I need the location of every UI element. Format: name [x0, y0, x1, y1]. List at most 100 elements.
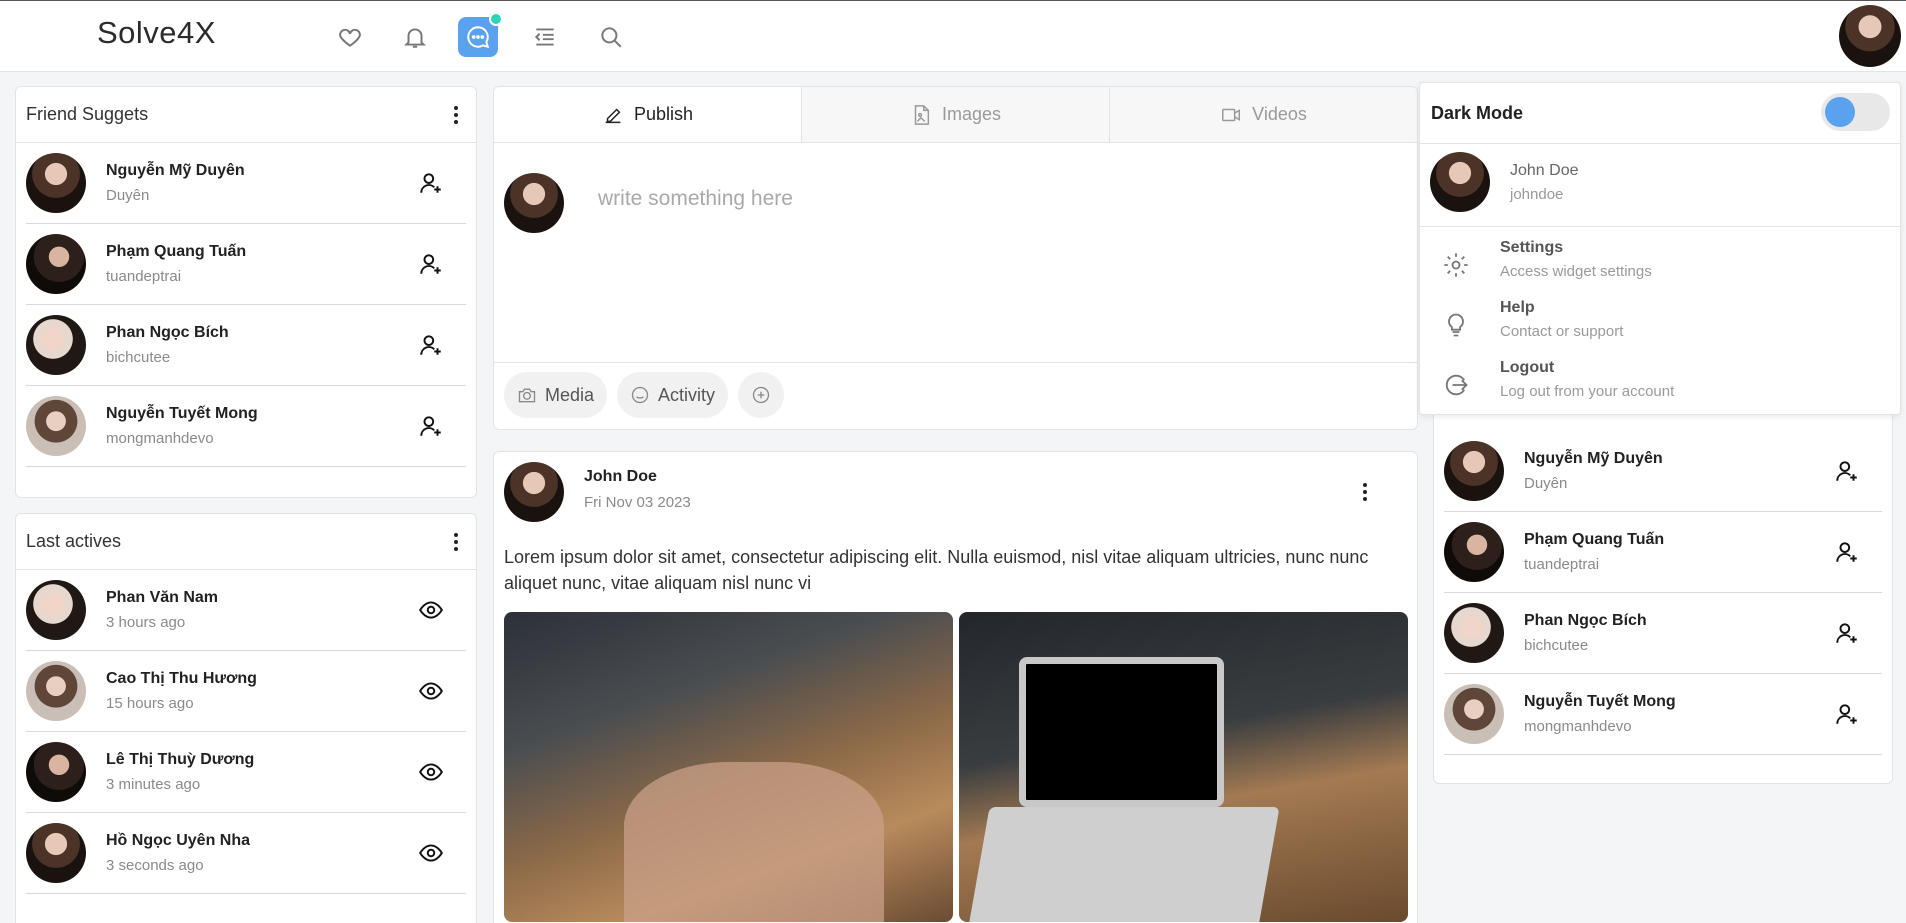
- user-name: Nguyễn Tuyết Mong: [106, 405, 258, 422]
- list-item[interactable]: Nguyễn Mỹ Duyên Duyên: [1444, 431, 1882, 512]
- menu-item-settings[interactable]: Settings Access widget settings: [1420, 237, 1900, 297]
- add-friend-icon[interactable]: [418, 251, 444, 277]
- user-handle: bichcutee: [1524, 637, 1589, 654]
- add-friend-icon[interactable]: [1834, 539, 1860, 565]
- pencil-icon: [605, 107, 621, 123]
- list-item[interactable]: Phan Ngọc Bích bichcutee: [1444, 593, 1882, 674]
- last-active-time: 3 hours ago: [106, 614, 186, 631]
- avatar: [26, 234, 86, 294]
- heart-icon[interactable]: [330, 17, 370, 57]
- gear-icon: [1444, 253, 1468, 277]
- lightbulb-icon: [1448, 313, 1464, 337]
- last-active-time: 3 seconds ago: [106, 857, 204, 874]
- avatar: [26, 823, 86, 883]
- list-item[interactable]: Lê Thị Thuỳ Dương 3 minutes ago: [26, 732, 466, 813]
- add-friend-icon[interactable]: [418, 332, 444, 358]
- card-title: Friend Suggets: [26, 104, 149, 124]
- tab-images[interactable]: Images: [801, 87, 1109, 142]
- list-item[interactable]: Phan Văn Nam 3 hours ago: [26, 570, 466, 651]
- tab-videos[interactable]: Videos: [1109, 87, 1417, 142]
- post-input[interactable]: write something here: [598, 187, 793, 211]
- tab-publish[interactable]: Publish: [494, 87, 801, 142]
- media-button[interactable]: Media: [504, 372, 608, 418]
- avatar: [26, 396, 86, 456]
- logo[interactable]: Solve4X: [97, 15, 216, 51]
- last-actives-card: Last actives Phan Văn Nam 3 hours ago Cao…: [15, 513, 477, 923]
- last-active-time: 15 hours ago: [106, 695, 194, 712]
- activity-button[interactable]: Activity: [617, 372, 729, 418]
- user-name: Phan Ngọc Bích: [106, 324, 229, 341]
- add-friend-icon[interactable]: [1834, 701, 1860, 727]
- logout-icon: [1445, 374, 1468, 396]
- top-navbar: Solve4X: [0, 0, 1906, 72]
- post-author[interactable]: John Doe: [584, 468, 657, 486]
- list-item[interactable]: Nguyễn Tuyết Mong mongmanhdevo: [1444, 674, 1882, 755]
- user-name: Cao Thị Thu Hương: [106, 670, 257, 687]
- dark-mode-label: Dark Mode: [1431, 103, 1524, 123]
- list-item[interactable]: Cao Thị Thu Hương 15 hours ago: [26, 651, 466, 732]
- button-label: Media: [545, 384, 595, 405]
- button-label: Activity: [658, 384, 716, 405]
- dropdown-user-info[interactable]: John Doe johndoe: [1420, 143, 1900, 227]
- user-handle: Duyên: [1524, 475, 1568, 492]
- user-handle: mongmanhdevo: [1524, 718, 1632, 735]
- eye-icon[interactable]: [418, 840, 444, 866]
- list-item[interactable]: Nguyễn Mỹ Duyên Duyên: [26, 143, 466, 224]
- avatar: [1444, 522, 1504, 582]
- add-friend-icon[interactable]: [1834, 458, 1860, 484]
- camera-icon: [518, 388, 536, 403]
- menu-item-title: Help: [1500, 299, 1535, 316]
- menu-item-subtitle: Contact or support: [1500, 323, 1624, 340]
- more-options-icon[interactable]: [1355, 480, 1375, 504]
- add-button[interactable]: [738, 372, 785, 418]
- dark-mode-toggle[interactable]: [1821, 93, 1890, 131]
- post-date: Fri Nov 03 2023: [584, 494, 691, 511]
- avatar: [26, 580, 86, 640]
- image-file-icon: [914, 104, 930, 125]
- avatar[interactable]: [1839, 5, 1901, 67]
- menu-item-logout[interactable]: Logout Log out from your account: [1420, 357, 1900, 417]
- post-composer: Publish Images Videos write something he…: [493, 86, 1418, 430]
- bell-icon[interactable]: [395, 17, 435, 57]
- post-image[interactable]: [504, 612, 953, 922]
- list-item[interactable]: Phan Ngọc Bích bichcutee: [26, 305, 466, 386]
- list-item[interactable]: Phạm Quang Tuấn tuandeptrai: [26, 224, 466, 305]
- avatar: [26, 153, 86, 213]
- user-handle: mongmanhdevo: [106, 430, 214, 447]
- more-options-icon[interactable]: [446, 103, 466, 127]
- eye-icon[interactable]: [418, 678, 444, 704]
- friend-suggests-card: Friend Suggets Nguyễn Mỹ Duyên Duyên Phạm…: [15, 86, 477, 498]
- eye-icon[interactable]: [418, 759, 444, 785]
- composer-input-area[interactable]: write something here: [494, 143, 1417, 363]
- notification-dot: [489, 12, 503, 26]
- more-options-icon[interactable]: [446, 530, 466, 554]
- eye-icon[interactable]: [418, 597, 444, 623]
- smile-icon: [631, 386, 649, 404]
- user-name: Lê Thị Thuỳ Dương: [106, 751, 255, 768]
- user-handle: tuandeptrai: [106, 268, 182, 285]
- user-dropdown-menu: Dark Mode John Doe johndoe Settings Acce…: [1419, 82, 1901, 415]
- avatar[interactable]: [504, 462, 564, 522]
- user-name: Phan Văn Nam: [106, 589, 219, 606]
- avatar: [26, 742, 86, 802]
- avatar: [26, 315, 86, 375]
- user-handle: Duyên: [106, 187, 150, 204]
- list-item[interactable]: Nguyễn Tuyết Mong mongmanhdevo: [26, 386, 466, 467]
- add-friend-icon[interactable]: [418, 413, 444, 439]
- list-item[interactable]: Phạm Quang Tuấn tuandeptrai: [1444, 512, 1882, 593]
- avatar: [504, 173, 564, 233]
- tab-label: Images: [941, 104, 1002, 124]
- avatar: [1444, 441, 1504, 501]
- tab-label: Publish: [633, 104, 694, 124]
- menu-indent-icon[interactable]: [525, 17, 565, 57]
- chat-icon[interactable]: [458, 12, 503, 57]
- post-image[interactable]: [959, 612, 1408, 922]
- search-icon[interactable]: [591, 17, 631, 57]
- add-friend-icon[interactable]: [418, 170, 444, 196]
- post-text: Lorem ipsum dolor sit amet, consectetur …: [504, 547, 1369, 593]
- user-handle: bichcutee: [106, 349, 171, 366]
- list-item[interactable]: Hồ Ngọc Uyên Nha 3 seconds ago: [26, 813, 466, 894]
- menu-item-help[interactable]: Help Contact or support: [1420, 297, 1900, 357]
- avatar: [1444, 603, 1504, 663]
- add-friend-icon[interactable]: [1834, 620, 1860, 646]
